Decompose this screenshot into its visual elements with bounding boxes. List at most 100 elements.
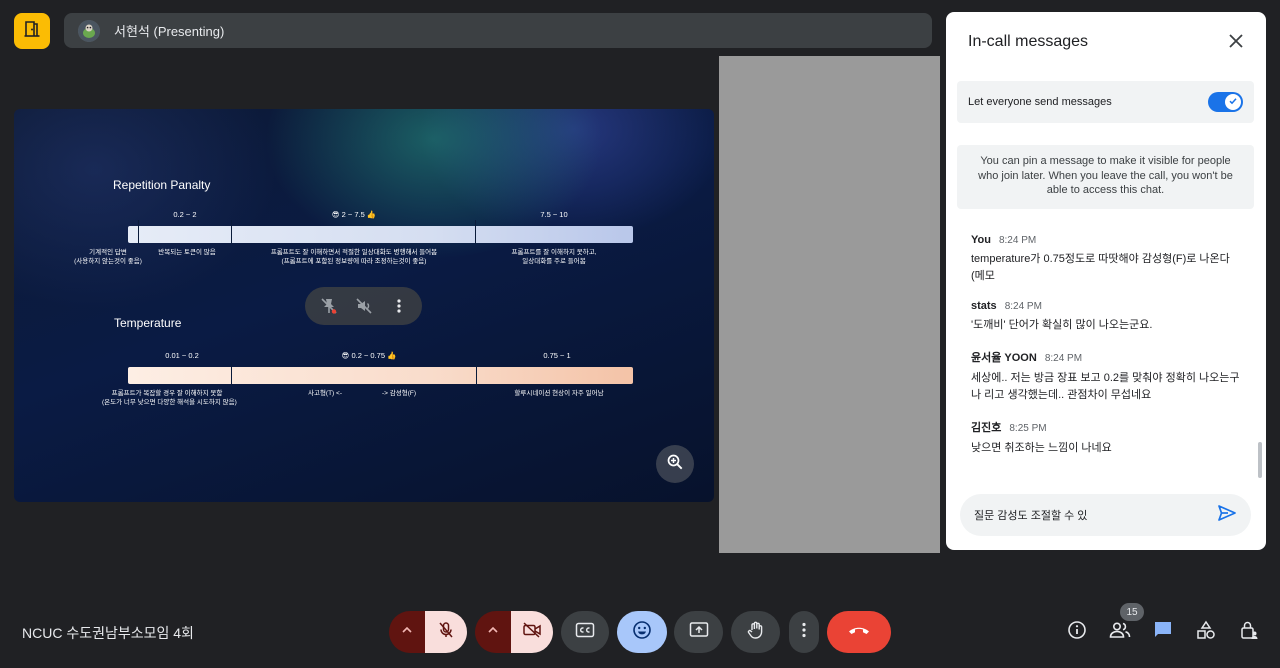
close-icon	[1229, 33, 1243, 53]
range-bar-repetition	[128, 226, 633, 243]
presenter-label: 서현석 (Presenting)	[114, 24, 225, 39]
host-controls-button[interactable]	[1237, 620, 1261, 644]
meeting-name: NCUC 수도권남부소모임 4회	[22, 625, 194, 641]
slide-heading-temperature: Temperature	[114, 316, 182, 330]
check-icon	[1228, 93, 1238, 111]
send-button[interactable]	[1215, 503, 1239, 527]
audio-options-button[interactable]	[389, 611, 425, 653]
zoom-in-icon	[666, 453, 684, 476]
meeting-home-button[interactable]	[14, 13, 50, 49]
leave-call-button[interactable]	[827, 611, 891, 653]
allow-messages-row: Let everyone send messages	[957, 81, 1254, 123]
more-options-icon[interactable]	[384, 291, 414, 321]
chat-message: stats 8:24 PM '도깨비' 단어가 확실히 많이 나오는군요.	[971, 300, 1241, 334]
toggle-knob	[1225, 94, 1241, 110]
bar-tick	[475, 220, 476, 244]
activities-button[interactable]	[1194, 620, 1218, 644]
chat-message: You 8:24 PM temperature가 0.75정도로 따땃해야 감성형…	[971, 234, 1241, 285]
pin-off-icon[interactable]	[314, 291, 344, 321]
chat-icon	[1153, 620, 1173, 645]
presenter-avatar	[78, 19, 100, 42]
slide-heading-repetition: Repetition Panalty	[113, 178, 211, 192]
range-bar-temperature	[128, 367, 633, 384]
bar-tick	[231, 362, 232, 386]
captions-button[interactable]	[561, 611, 609, 653]
door-icon	[23, 20, 41, 43]
message-text: 낮으면 취조하는 느낌이 나네요	[971, 442, 1112, 454]
message-sender: 윤서율 YOON	[971, 352, 1037, 364]
range-label: 😎 0.2 ~ 0.75 👍	[341, 351, 397, 360]
slide-desc: 프롬프트가 복잡할 경우 잘 이해하지 못함 (온도가 너무 낮으면 다양한 해…	[102, 390, 237, 406]
more-vert-icon	[801, 621, 807, 644]
slide-desc: 기계적인 답변 (사용하지 않는것이 좋음)	[74, 249, 142, 265]
mic-off-icon	[437, 621, 455, 644]
panel-title: In-call messages	[968, 33, 1089, 50]
chat-button[interactable]	[1151, 620, 1175, 644]
send-icon	[1217, 503, 1237, 528]
slide-desc: 반복되는 토큰이 많음	[158, 249, 216, 256]
bar-tick	[138, 220, 139, 244]
presenting-banner[interactable]: 서현석 (Presenting)	[64, 13, 932, 48]
reactions-button[interactable]	[617, 611, 667, 653]
message-input[interactable]: 질문 감성도 조절할 수 있	[960, 494, 1251, 536]
slide-desc: 프롬프트를 잘 이해하지 못하고, 일상대화를 주로 들어봄	[511, 249, 597, 265]
allow-messages-label: Let everyone send messages	[968, 96, 1112, 108]
video-options-button[interactable]	[475, 611, 511, 653]
people-icon	[1109, 620, 1131, 645]
range-label: 7.5 ~ 10	[540, 210, 568, 219]
message-sender: stats	[971, 300, 997, 312]
camera-button[interactable]	[511, 611, 553, 653]
bar-tick	[476, 362, 477, 386]
people-button[interactable]	[1108, 620, 1132, 644]
mute-participant-icon[interactable]	[349, 291, 379, 321]
message-text: temperature가 0.75정도로 따땃해야 감성형(F)로 나온다 (메…	[971, 253, 1230, 282]
message-time: 8:25 PM	[1009, 423, 1047, 434]
participant-count-badge: 15	[1120, 603, 1144, 621]
raise-hand-button[interactable]	[731, 611, 780, 653]
range-label: 0.01 ~ 0.2	[165, 351, 199, 360]
present-button[interactable]	[674, 611, 723, 653]
chevron-up-icon	[401, 623, 413, 641]
info-icon	[1067, 620, 1087, 645]
slide-desc: 프롬프트도 잘 이해하면서 적절한 일상대화도 병행해서 들어봄 (프롬프트에 …	[270, 249, 438, 265]
tile-overlay-controls	[305, 287, 422, 325]
chat-message: 김진호 8:25 PM 낮으면 취조하는 느낌이 나네요	[971, 419, 1241, 457]
allow-messages-toggle[interactable]	[1208, 92, 1243, 112]
shapes-icon	[1196, 620, 1216, 645]
pin-info-text: You can pin a message to make it visible…	[957, 145, 1254, 209]
slide-desc: 사고형(T) <-	[307, 390, 342, 397]
hand-icon	[746, 620, 766, 645]
bar-tick	[231, 220, 232, 244]
lock-person-icon	[1239, 620, 1259, 645]
meet-window: 서현석 (Presenting) Repetition Panalty 0.2 …	[0, 0, 1280, 668]
message-time: 8:24 PM	[998, 235, 1037, 246]
chevron-up-icon	[487, 623, 499, 641]
range-label: 0.2 ~ 2	[173, 210, 197, 219]
message-scrollbar[interactable]	[1258, 442, 1262, 478]
message-time: 8:24 PM	[1044, 353, 1083, 364]
captions-icon	[575, 622, 595, 643]
camera-off-icon	[522, 621, 542, 644]
message-sender: You	[971, 234, 991, 246]
message-list: You 8:24 PM temperature가 0.75정도로 따땃해야 감성형…	[971, 234, 1241, 472]
slide-desc: 할루시네이션 현상이 자주 일어남	[514, 390, 604, 397]
range-label: 😎 2 ~ 7.5 👍	[331, 210, 377, 219]
more-options-button[interactable]	[789, 611, 819, 653]
message-time: 8:24 PM	[1004, 301, 1042, 312]
shared-screen: Repetition Panalty 0.2 ~ 2 😎 2 ~ 7.5 👍 7…	[14, 109, 714, 502]
close-panel-button[interactable]	[1225, 32, 1247, 54]
present-screen-icon	[689, 621, 709, 644]
emoji-icon	[632, 620, 652, 645]
message-sender: 김진호	[971, 422, 1002, 434]
meeting-details-button[interactable]	[1065, 620, 1089, 644]
message-text: '도깨비' 단어가 확실히 많이 나오는군요.	[971, 319, 1153, 331]
message-text: 세상에.. 저는 방금 장표 보고 0.2를 맞춰야 정확히 나오는구나 리고 …	[971, 372, 1240, 401]
message-input-value: 질문 감성도 조절할 수 있	[974, 510, 1088, 522]
zoom-button[interactable]	[656, 445, 694, 483]
slide-desc: -> 감성형(F)	[381, 390, 416, 397]
range-label: 0.75 ~ 1	[543, 351, 571, 360]
end-call-icon	[847, 623, 871, 642]
microphone-button[interactable]	[425, 611, 467, 653]
in-call-messages-panel: In-call messages Let everyone send messa…	[946, 12, 1266, 550]
chat-message: 윤서율 YOON 8:24 PM 세상에.. 저는 방금 장표 보고 0.2를 맞…	[971, 349, 1241, 404]
